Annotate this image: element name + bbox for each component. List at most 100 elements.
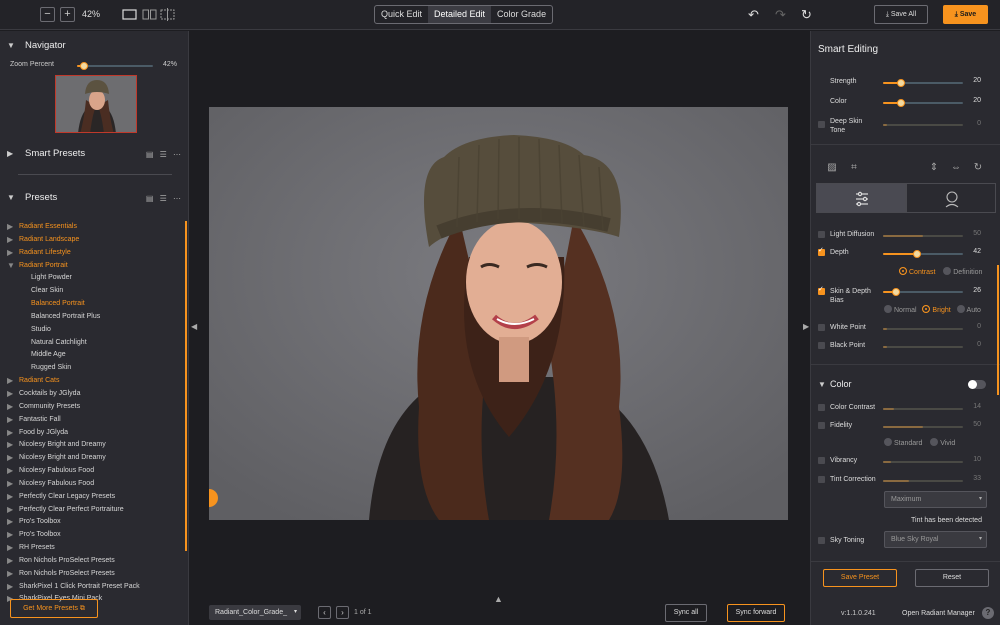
- standard-radio[interactable]: Standard: [884, 438, 922, 447]
- tint-correction-checkbox[interactable]: [818, 476, 825, 483]
- preset-item[interactable]: ▶ Ron Nichols ProSelect Presets: [0, 555, 186, 568]
- sync-all-button[interactable]: Sync all: [665, 604, 707, 622]
- preset-item[interactable]: ▶ Perfectly Clear Perfect Portraiture: [0, 504, 186, 517]
- expand-triangle-icon[interactable]: ▶: [7, 247, 13, 260]
- preset-item[interactable]: ▶ Radiant Cats: [0, 375, 186, 388]
- expand-triangle-icon[interactable]: ▶: [7, 491, 13, 504]
- preset-item[interactable]: Middle Age: [0, 349, 186, 362]
- expand-triangle-icon[interactable]: ▶: [7, 542, 13, 555]
- help-icon[interactable]: ?: [982, 607, 994, 619]
- open-radiant-manager-link[interactable]: Open Radiant Manager: [902, 610, 975, 617]
- flip-horizontal-icon[interactable]: ⇔: [949, 162, 963, 173]
- view-options-icons[interactable]: ▤ ☰ ⋯: [146, 150, 183, 159]
- deep-skin-slider[interactable]: [883, 124, 963, 126]
- slider-knob[interactable]: [897, 99, 905, 107]
- color-contrast-slider[interactable]: [883, 408, 963, 410]
- tint-mode-dropdown[interactable]: Maximum ▾: [884, 491, 987, 508]
- right-panel-scrollbar[interactable]: [997, 265, 999, 395]
- expand-triangle-icon[interactable]: ▶: [7, 375, 13, 388]
- white-point-checkbox[interactable]: [818, 324, 825, 331]
- refresh-icon[interactable]: ↻: [799, 7, 814, 22]
- depth-checkbox[interactable]: [818, 246, 825, 256]
- normal-radio[interactable]: Normal: [884, 305, 917, 314]
- vibrancy-checkbox[interactable]: [818, 457, 825, 464]
- compare-view-icon[interactable]: [160, 8, 175, 21]
- collapse-right-panel-icon[interactable]: ▶: [803, 322, 809, 331]
- presets-header[interactable]: ▼ Presets ▤ ☰ ⋯: [0, 188, 188, 208]
- get-more-presets-button[interactable]: Get More Presets ⧉: [10, 599, 98, 618]
- preset-item[interactable]: ▶ Nicolesy Fabulous Food: [0, 478, 186, 491]
- preset-item[interactable]: Light Powder: [0, 272, 186, 285]
- fidelity-slider[interactable]: [883, 426, 963, 428]
- auto-radio[interactable]: Auto: [956, 305, 981, 314]
- expand-triangle-icon[interactable]: ▶: [7, 516, 13, 529]
- navigator-header[interactable]: ▼ Navigator: [0, 36, 188, 56]
- preset-item[interactable]: ▶ RH Presets: [0, 542, 186, 555]
- white-point-slider[interactable]: [883, 328, 963, 330]
- expand-triangle-icon[interactable]: ▶: [7, 581, 13, 594]
- expand-triangle-icon[interactable]: ▶: [7, 234, 13, 247]
- slider-knob[interactable]: [913, 250, 921, 258]
- preset-item[interactable]: ▶ Food by JGlyda: [0, 427, 186, 440]
- file-selector[interactable]: Radiant_Color_Grade_ ▾: [209, 605, 301, 620]
- expand-triangle-icon[interactable]: ▶: [7, 221, 13, 234]
- expand-triangle-icon[interactable]: ▶: [7, 478, 13, 491]
- preset-item[interactable]: ▶ Pro's Toolbox: [0, 529, 186, 542]
- preset-item[interactable]: ▶ Perfectly Clear Legacy Presets: [0, 491, 186, 504]
- expand-triangle-icon[interactable]: ▶: [7, 568, 13, 581]
- save-all-button[interactable]: ⤓ Save All: [874, 5, 928, 24]
- skin-depth-slider[interactable]: [883, 288, 963, 296]
- preset-item[interactable]: Balanced Portrait: [0, 298, 186, 311]
- color-slider[interactable]: [883, 99, 963, 107]
- crop-icon[interactable]: ⌗: [847, 162, 861, 173]
- preset-item[interactable]: ▶ SharkPixel 1 Click Portrait Preset Pack: [0, 581, 186, 594]
- preset-item[interactable]: Balanced Portrait Plus: [0, 311, 186, 324]
- preset-scrollbar[interactable]: [185, 221, 187, 551]
- save-preset-button[interactable]: Save Preset: [823, 569, 897, 587]
- slider-knob[interactable]: [892, 288, 900, 296]
- sky-toning-checkbox[interactable]: [818, 537, 825, 544]
- tab-adjustments[interactable]: [816, 183, 906, 213]
- view-options-icons[interactable]: ▤ ☰ ⋯: [146, 194, 183, 203]
- preset-item[interactable]: Natural Catchlight: [0, 337, 186, 350]
- light-diffusion-checkbox[interactable]: [818, 231, 825, 238]
- skin-depth-checkbox[interactable]: [818, 285, 825, 295]
- preset-item[interactable]: ▶ Ron Nichols ProSelect Presets: [0, 568, 186, 581]
- collapse-left-panel-icon[interactable]: ◀: [191, 322, 197, 331]
- vivid-radio[interactable]: Vivid: [930, 438, 955, 447]
- slider-knob[interactable]: [897, 79, 905, 87]
- expand-triangle-icon[interactable]: ▶: [7, 504, 13, 517]
- tab-color-grade[interactable]: Color Grade: [491, 6, 552, 23]
- preset-item[interactable]: ▶ Nicolesy Bright and Dreamy: [0, 452, 186, 465]
- preset-item[interactable]: ▶ Nicolesy Bright and Dreamy: [0, 439, 186, 452]
- depth-slider[interactable]: [883, 250, 963, 258]
- preset-item[interactable]: Studio: [0, 324, 186, 337]
- prev-image-button[interactable]: ‹: [318, 606, 331, 619]
- vibrancy-slider[interactable]: [883, 461, 963, 463]
- tab-face[interactable]: [906, 183, 996, 213]
- undo-icon[interactable]: ↶: [746, 7, 761, 22]
- expand-triangle-icon[interactable]: ▶: [7, 439, 13, 452]
- next-image-button[interactable]: ›: [336, 606, 349, 619]
- tab-detailed-edit[interactable]: Detailed Edit: [428, 6, 492, 23]
- expand-triangle-icon[interactable]: ▶: [7, 388, 13, 401]
- sync-forward-button[interactable]: Sync forward: [727, 604, 785, 622]
- preset-item[interactable]: ▶ Nicolesy Fabulous Food: [0, 465, 186, 478]
- black-point-slider[interactable]: [883, 346, 963, 348]
- preset-item[interactable]: ▶ Cocktails by JGlyda: [0, 388, 186, 401]
- filmstrip-toggle-icon[interactable]: ▲: [494, 594, 503, 604]
- reset-button[interactable]: Reset: [915, 569, 989, 587]
- preset-item[interactable]: Rugged Skin: [0, 362, 186, 375]
- zoom-in-button[interactable]: +: [60, 7, 75, 22]
- expand-triangle-icon[interactable]: ▶: [7, 555, 13, 568]
- preset-item[interactable]: ▶ Community Presets: [0, 401, 186, 414]
- photo-preview[interactable]: [209, 107, 788, 520]
- bright-radio[interactable]: Bright: [922, 305, 951, 314]
- flip-vertical-icon[interactable]: ⇕: [927, 162, 941, 173]
- sky-toning-dropdown[interactable]: Blue Sky Royal ▾: [884, 531, 987, 548]
- redo-icon[interactable]: ↷: [773, 7, 788, 22]
- preset-item[interactable]: ▶ Fantastic Fall: [0, 414, 186, 427]
- single-view-icon[interactable]: [122, 8, 137, 21]
- expand-triangle-icon[interactable]: ▶: [7, 529, 13, 542]
- split-view-icon[interactable]: [142, 8, 157, 21]
